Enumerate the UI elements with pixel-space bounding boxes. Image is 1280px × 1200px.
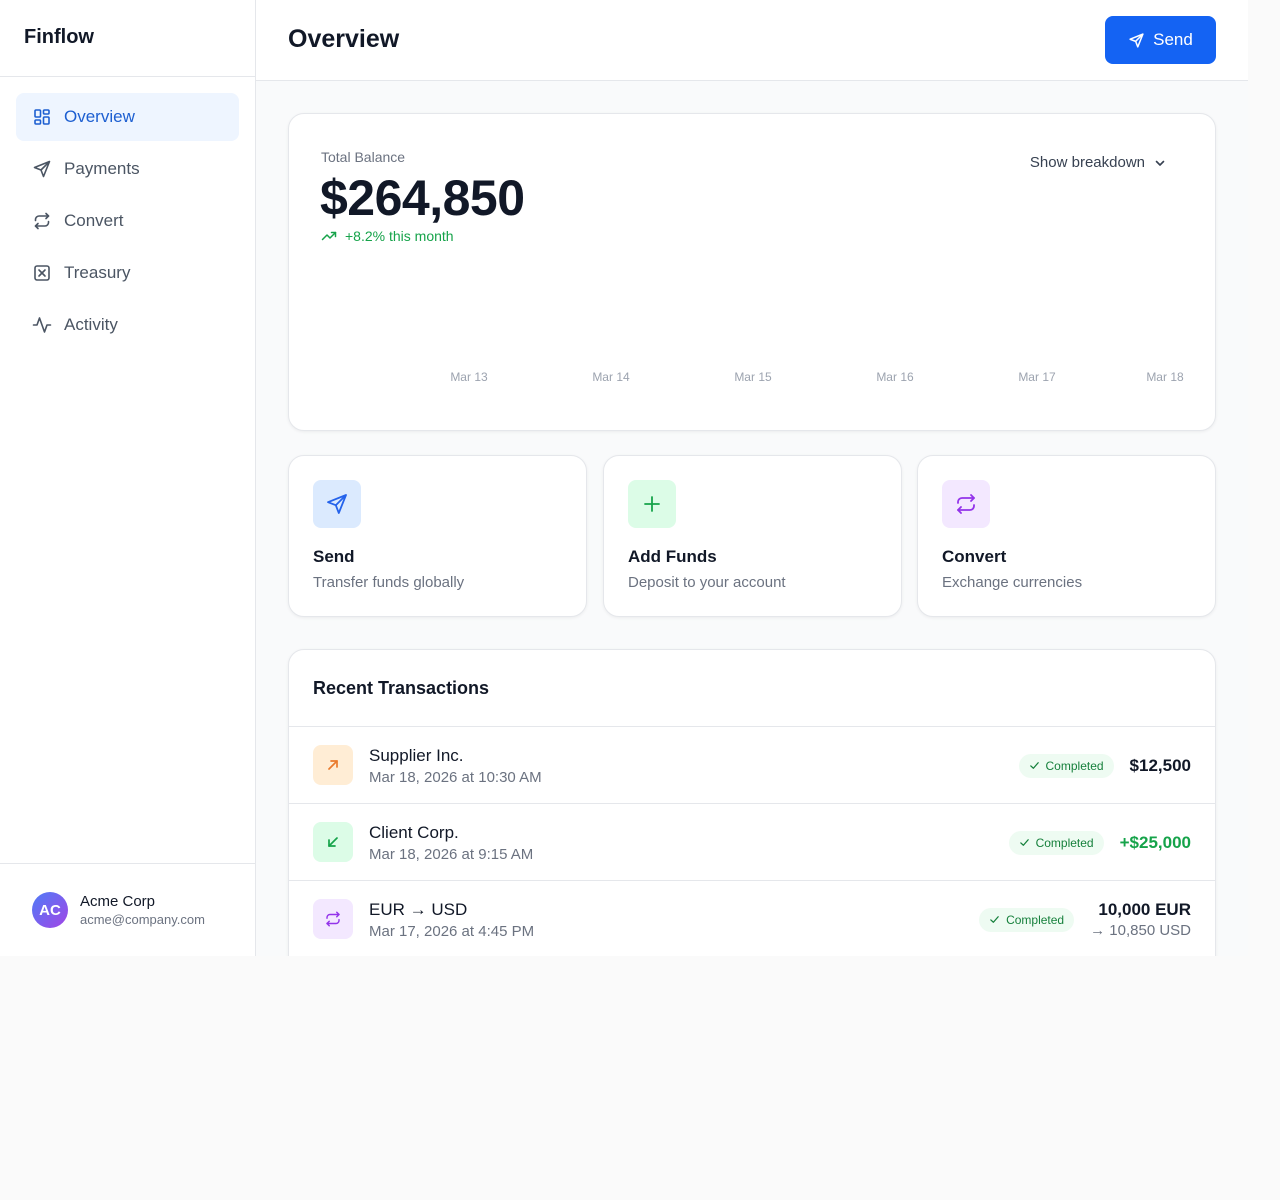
action-subtitle: Transfer funds globally	[313, 574, 465, 591]
transaction-date: Mar 18, 2026 at 9:15 AM	[369, 846, 534, 863]
transaction-amount: 10,000 EUR	[1098, 900, 1191, 919]
balance-chart-svg: Mar 13 Mar 14 Mar 15 Mar 16 Mar 17 Mar 1…	[450, 370, 1184, 384]
sidebar-item-payments[interactable]: Payments	[16, 145, 239, 193]
action-subtitle: Exchange currencies	[942, 574, 1083, 591]
send-icon	[313, 480, 361, 528]
activity-icon	[32, 315, 52, 335]
sidebar-item-label: Treasury	[64, 263, 131, 282]
user-email: acme@company.com	[80, 912, 205, 927]
convert-action-card[interactable]: Convert Exchange currencies	[917, 455, 1216, 617]
plus-icon	[628, 480, 676, 528]
date-label: Mar 17	[1018, 370, 1056, 384]
send-button[interactable]: Send	[1105, 16, 1216, 64]
send-icon	[32, 159, 52, 179]
recent-transactions-card: Recent Transactions Supplier Inc. Mar 18…	[288, 649, 1216, 989]
send-icon	[1129, 32, 1144, 48]
check-icon	[1029, 762, 1039, 769]
viewport-blank-area	[0, 956, 1280, 1200]
page-title: Overview	[288, 25, 400, 53]
date-label: Mar 18	[1146, 370, 1184, 384]
action-subtitle: Deposit to your account	[628, 574, 786, 591]
sidebar-item-label: Activity	[64, 315, 118, 334]
balance-change: +8.2% this month	[321, 228, 454, 244]
balance-chart: Mar 13 Mar 14 Mar 15 Mar 16 Mar 17 Mar 1…	[289, 274, 1217, 404]
arrow-down-left-icon	[313, 822, 353, 862]
status-badge: Completed	[1018, 753, 1114, 778]
sidebar-item-overview[interactable]: Overview	[16, 93, 239, 141]
transaction-date: Mar 17, 2026 at 4:45 PM	[369, 923, 535, 940]
user-profile[interactable]: AC Acme Corp acme@company.com	[0, 863, 255, 956]
arrow-up-right-icon	[313, 745, 353, 785]
status-text: Completed	[1045, 758, 1104, 773]
dashboard-icon	[32, 107, 52, 127]
transaction-converted-amount: → 10,850 USD	[1090, 922, 1191, 939]
transaction-row[interactable]: Client Corp. Mar 18, 2026 at 9:15 AM Com…	[289, 804, 1215, 881]
check-icon	[990, 916, 999, 923]
sidebar-item-label: Convert	[64, 211, 124, 230]
transactions-list: Supplier Inc. Mar 18, 2026 at 10:30 AM C…	[289, 726, 1215, 958]
transaction-name: Client Corp.	[369, 823, 459, 842]
show-breakdown-label: Show breakdown	[1029, 154, 1145, 171]
date-label: Mar 14	[592, 370, 630, 384]
balance-amount: $264,850	[320, 170, 525, 226]
show-breakdown-toggle[interactable]: Show breakdown	[1030, 154, 1167, 171]
brand-logo: Finflow	[0, 0, 255, 77]
transaction-name: Supplier Inc.	[369, 746, 464, 765]
action-title: Add Funds	[628, 547, 717, 566]
transaction-date: Mar 18, 2026 at 10:30 AM	[369, 769, 542, 786]
exchange-icon	[32, 211, 52, 231]
transaction-amount: +$25,000	[1119, 832, 1191, 852]
sidebar-item-treasury[interactable]: Treasury	[16, 249, 239, 297]
add-funds-action-card[interactable]: Add Funds Deposit to your account	[603, 455, 902, 617]
balance-label: Total Balance	[321, 149, 406, 165]
status-text: Completed	[1035, 835, 1094, 850]
sidebar: Finflow Overview Payments Convert Treasu…	[0, 0, 256, 956]
date-label: Mar 13	[450, 370, 488, 384]
balance-card: Total Balance $264,850 +8.2% this month …	[288, 113, 1216, 431]
sidebar-item-label: Overview	[64, 107, 135, 126]
balance-change-text: +8.2% this month	[345, 228, 454, 244]
chevron-down-icon	[1155, 160, 1165, 166]
trending-up-icon	[321, 231, 337, 241]
action-title: Send	[313, 547, 355, 566]
user-name: Acme Corp	[80, 893, 156, 910]
status-badge: Completed	[979, 907, 1075, 932]
exchange-icon	[313, 899, 353, 939]
send-button-label: Send	[1153, 30, 1193, 49]
transaction-row[interactable]: Supplier Inc. Mar 18, 2026 at 10:30 AM C…	[289, 727, 1215, 804]
exchange-icon	[942, 480, 990, 528]
status-text: Completed	[1006, 912, 1065, 927]
send-action-card[interactable]: Send Transfer funds globally	[288, 455, 587, 617]
sidebar-item-label: Payments	[64, 159, 140, 178]
sidebar-item-convert[interactable]: Convert	[16, 197, 239, 245]
top-bar: Overview Send	[256, 0, 1248, 81]
avatar: AC	[32, 892, 68, 928]
check-icon	[1019, 839, 1029, 846]
sidebar-item-activity[interactable]: Activity	[16, 301, 239, 349]
date-label: Mar 16	[876, 370, 914, 384]
action-title: Convert	[942, 547, 1007, 566]
treasury-icon	[32, 263, 52, 283]
sidebar-nav: Overview Payments Convert Treasury Activ…	[0, 77, 255, 369]
section-title: Recent Transactions	[313, 678, 490, 698]
transaction-amount: $12,500	[1129, 755, 1191, 775]
status-badge: Completed	[1008, 830, 1104, 855]
transaction-name: EUR → USD	[369, 900, 468, 919]
transaction-row[interactable]: EUR → USD Mar 17, 2026 at 4:45 PM Comple…	[289, 881, 1215, 958]
date-label: Mar 15	[734, 370, 772, 384]
